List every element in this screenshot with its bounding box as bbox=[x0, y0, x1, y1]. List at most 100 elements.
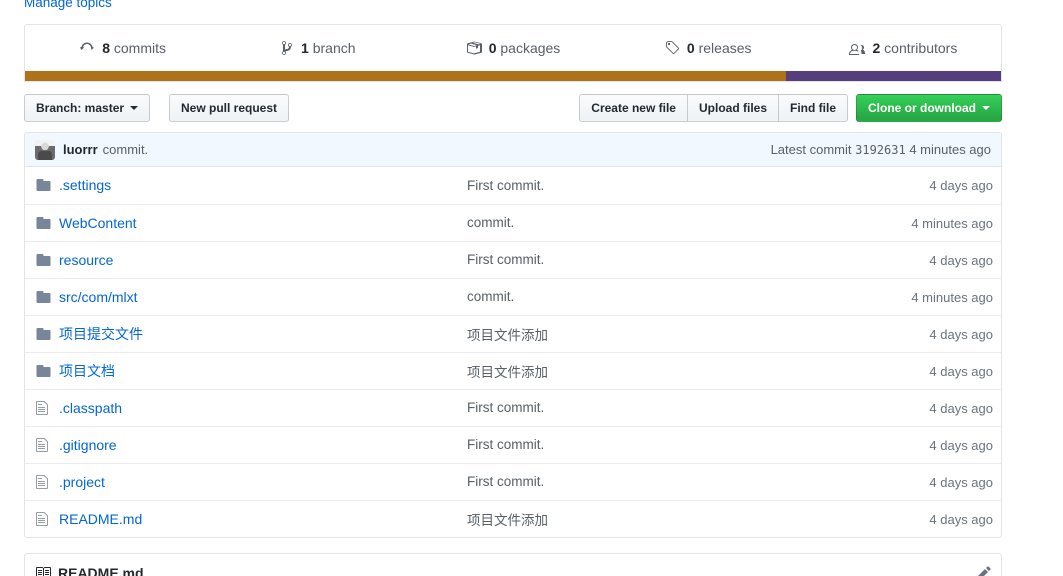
stat-count-commits: 8 bbox=[102, 40, 110, 56]
table-row: 项目提交文件 项目文件添加 4 days ago bbox=[25, 314, 1001, 352]
file-name-link[interactable]: .project bbox=[59, 474, 467, 490]
stat-link-branches[interactable]: 1 branch bbox=[280, 40, 356, 56]
pencil-icon[interactable] bbox=[977, 565, 991, 576]
file-message-cell: commit. bbox=[467, 277, 857, 315]
stat-label-packages: packages bbox=[500, 40, 561, 56]
table-row: .gitignore First commit. 4 days ago bbox=[25, 425, 1001, 463]
latest-commit-bar: luorrr commit. Latest commit 3192631 4 m… bbox=[25, 133, 1001, 167]
file-age: 4 days ago bbox=[929, 400, 993, 416]
file-commit-message-link[interactable]: First commit. bbox=[467, 474, 857, 489]
people-icon bbox=[849, 40, 866, 56]
file-name-cell: src/com/mlxt bbox=[59, 277, 467, 315]
file-age-cell: 4 days ago bbox=[857, 351, 1001, 389]
file-name-link[interactable]: .settings bbox=[59, 177, 467, 193]
stat-link-commits[interactable]: 8 commits bbox=[79, 40, 166, 56]
file-name-cell: .classpath bbox=[59, 388, 467, 426]
file-icon-cell bbox=[25, 240, 59, 278]
file-commit-message-link[interactable]: First commit. bbox=[467, 437, 857, 452]
clone-or-download-label: Clone or download bbox=[868, 101, 976, 115]
chevron-down-icon bbox=[130, 106, 139, 110]
file-name-cell: .gitignore bbox=[59, 425, 467, 463]
file-message-cell: First commit. bbox=[467, 167, 857, 204]
file-message-cell: First commit. bbox=[467, 240, 857, 278]
language-segment-java[interactable] bbox=[25, 71, 787, 81]
file-name-link[interactable]: 项目文档 bbox=[59, 361, 467, 381]
file-commit-message-link[interactable]: commit. bbox=[467, 289, 857, 304]
file-icon-cell bbox=[25, 203, 59, 241]
file-commit-message-link[interactable]: 项目文件添加 bbox=[467, 361, 857, 381]
stat-item-releases: 0 releases bbox=[611, 25, 806, 71]
language-segment-css[interactable] bbox=[786, 71, 1001, 81]
file-icon-cell bbox=[25, 314, 59, 352]
file-name-link[interactable]: WebContent bbox=[59, 215, 467, 231]
folder-icon bbox=[35, 252, 59, 268]
create-new-file-button[interactable]: Create new file bbox=[579, 94, 688, 122]
file-name-link[interactable]: .classpath bbox=[59, 400, 467, 416]
table-row: .classpath First commit. 4 days ago bbox=[25, 388, 1001, 426]
table-row: resource First commit. 4 days ago bbox=[25, 240, 1001, 278]
file-icon bbox=[35, 400, 59, 416]
file-name-cell: 项目提交文件 bbox=[59, 314, 467, 352]
new-pull-request-button[interactable]: New pull request bbox=[169, 94, 290, 122]
chevron-down-icon bbox=[982, 106, 990, 110]
file-name-cell: .settings bbox=[59, 167, 467, 204]
file-icon bbox=[35, 474, 59, 490]
file-commit-message-link[interactable]: 项目文件添加 bbox=[467, 509, 857, 529]
clone-or-download-button[interactable]: Clone or download bbox=[856, 94, 1002, 122]
stat-item-contributors: 2 contributors bbox=[806, 25, 1001, 71]
stat-link-packages[interactable]: 0 packages bbox=[466, 40, 561, 56]
file-commit-message-link[interactable]: First commit. bbox=[467, 252, 857, 267]
file-navigation-toolbar: Branch: master New pull request Create n… bbox=[24, 94, 1002, 124]
stat-item-commits: 8 commits bbox=[25, 25, 220, 71]
find-file-button[interactable]: Find file bbox=[778, 94, 848, 122]
commit-author-link[interactable]: luorrr bbox=[63, 142, 98, 157]
file-message-cell: First commit. bbox=[467, 425, 857, 463]
manage-topics-link[interactable]: Manage topics bbox=[24, 0, 112, 10]
package-icon bbox=[466, 40, 482, 56]
file-age-cell: 4 minutes ago bbox=[857, 277, 1001, 315]
file-age-cell: 4 days ago bbox=[857, 167, 1001, 204]
branch-select-button[interactable]: Branch: master bbox=[24, 94, 151, 122]
file-commit-message-link[interactable]: First commit. bbox=[467, 400, 857, 415]
stat-link-releases[interactable]: 0 releases bbox=[665, 40, 752, 56]
commit-message-link[interactable]: commit. bbox=[103, 142, 149, 157]
table-row: WebContent commit. 4 minutes ago bbox=[25, 203, 1001, 241]
file-name-cell: resource bbox=[59, 240, 467, 278]
repository-page: Manage topics 8 commits 1 branch 0 package… bbox=[0, 0, 1063, 576]
file-age: 4 days ago bbox=[929, 437, 993, 453]
file-commit-message-link[interactable]: commit. bbox=[467, 215, 857, 230]
readme-title: README.md bbox=[58, 565, 144, 576]
latest-commit-meta: Latest commit 3192631 4 minutes ago bbox=[771, 142, 991, 157]
file-message-cell: First commit. bbox=[467, 388, 857, 426]
table-row: README.md 项目文件添加 4 days ago bbox=[25, 499, 1001, 537]
file-icon-cell bbox=[25, 167, 59, 204]
file-commit-message-link[interactable]: 项目文件添加 bbox=[467, 324, 857, 344]
file-age-cell: 4 days ago bbox=[857, 388, 1001, 426]
file-message-cell: 项目文件添加 bbox=[467, 314, 857, 352]
stat-link-contributors[interactable]: 2 contributors bbox=[849, 40, 957, 56]
folder-icon bbox=[35, 326, 59, 342]
file-name-link[interactable]: 项目提交文件 bbox=[59, 324, 467, 344]
numbers-summary: 8 commits 1 branch 0 packages 0 releases 2 c… bbox=[25, 25, 1001, 71]
table-row: .settings First commit. 4 days ago bbox=[25, 167, 1001, 204]
folder-icon bbox=[35, 215, 59, 231]
file-age: 4 days ago bbox=[929, 178, 993, 194]
file-actions-group: Create new file Upload files Find file bbox=[579, 94, 848, 122]
file-icon-cell bbox=[25, 425, 59, 463]
file-icon bbox=[35, 511, 59, 527]
stat-label-contributors: contributors bbox=[884, 40, 958, 56]
file-name-link[interactable]: .gitignore bbox=[59, 437, 467, 453]
file-age: 4 days ago bbox=[929, 363, 993, 379]
commit-sha-link[interactable]: 3192631 bbox=[855, 143, 906, 157]
file-name-link[interactable]: README.md bbox=[59, 511, 467, 527]
file-commit-message-link[interactable]: First commit. bbox=[467, 178, 857, 193]
file-name-cell: WebContent bbox=[59, 203, 467, 241]
upload-files-button[interactable]: Upload files bbox=[686, 94, 779, 122]
readme-panel: README.md bbox=[24, 553, 1002, 576]
file-name-link[interactable]: src/com/mlxt bbox=[59, 289, 467, 305]
file-name-link[interactable]: resource bbox=[59, 252, 467, 268]
file-age: 4 days ago bbox=[929, 474, 993, 490]
file-age: 4 minutes ago bbox=[911, 289, 993, 305]
file-age-cell: 4 days ago bbox=[857, 462, 1001, 500]
latest-commit-time: 4 minutes ago bbox=[909, 142, 991, 157]
